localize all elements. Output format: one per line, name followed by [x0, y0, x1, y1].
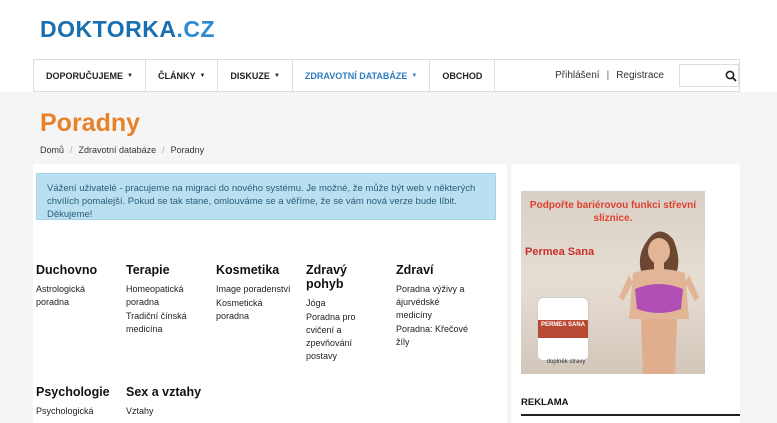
nav-label: OBCHOD [442, 70, 483, 81]
ad-headline: Podpořte bariérovou funkci střevní slizn… [529, 200, 697, 224]
sidebar: Podpořte bariérovou funkci střevní slizn… [511, 164, 740, 423]
caret-down-icon: ▼ [273, 72, 280, 79]
category-psychologie: Psychologie Psychologická [36, 385, 116, 419]
page-title: Poradny [40, 109, 141, 137]
nav-item-diskuze[interactable]: DISKUZE ▼ [218, 60, 293, 91]
logo-main: DOKTORKA [40, 16, 177, 42]
ad-footnote: doplněk stravy [546, 359, 586, 365]
category-title[interactable]: Kosmetika [216, 263, 294, 277]
search-box [679, 64, 739, 87]
category-link[interactable]: Poradna: Křečové žíly [396, 323, 474, 349]
product-jar-image: PERMEA SANA [537, 297, 589, 361]
caret-down-icon: ▼ [127, 72, 133, 79]
category-title[interactable]: Sex a vztahy [126, 385, 216, 399]
site-logo[interactable]: DOKTORKA.CZ [40, 16, 215, 43]
category-zdravi: Zdraví Poradna výživy a ájurvédské medic… [396, 263, 474, 350]
nav-item-clanky[interactable]: ČLÁNKY ▼ [146, 60, 219, 91]
nav-label: DISKUZE [230, 70, 270, 81]
logo-tld: .CZ [176, 16, 216, 42]
category-kosmetika: Kosmetika Image poradenství Kosmetická p… [216, 263, 294, 324]
category-title[interactable]: Zdraví [396, 263, 474, 277]
category-link[interactable]: Homeopatická poradna [126, 283, 204, 309]
advertisement-banner[interactable]: Podpořte bariérovou funkci střevní slizn… [521, 191, 705, 374]
nav-label: ZDRAVOTNÍ DATABÁZE [304, 70, 408, 81]
nav-item-obchod[interactable]: OBCHOD [430, 60, 496, 91]
nav-item-zdravotni-databaze[interactable]: ZDRAVOTNÍ DATABÁZE ▼ [293, 60, 431, 91]
category-link[interactable]: Psychologická [36, 405, 116, 418]
register-link[interactable]: Registrace [616, 70, 664, 81]
caret-down-icon: ▼ [199, 72, 206, 79]
breadcrumb-separator: / [162, 145, 165, 155]
breadcrumb-separator: / [70, 145, 73, 155]
category-title[interactable]: Terapie [126, 263, 204, 277]
caret-down-icon: ▼ [411, 72, 418, 79]
divider [521, 414, 740, 416]
jar-label: PERMEA SANA [540, 322, 586, 328]
category-link[interactable]: Image poradenství [216, 283, 294, 296]
category-zdravy-pohyb: Zdravý pohyb Jóga Poradna pro cvičení a … [306, 263, 380, 364]
migration-notice: Vážení uživatelé - pracujeme na migraci … [36, 173, 496, 220]
nav-account: Přihlášení | Registrace [555, 60, 739, 91]
main-navigation: DOPORUČUJEME ▼ ČLÁNKY ▼ DISKUZE ▼ ZDRAVOTNÍ… [33, 59, 740, 92]
nav-item-doporucujeme[interactable]: DOPORUČUJEME ▼ [34, 60, 146, 91]
category-link[interactable]: Kosmetická poradna [216, 297, 294, 323]
category-duchovno: Duchovno Astrologická poradna [36, 263, 116, 310]
category-sex-a-vztahy: Sex a vztahy Vztahy [126, 385, 216, 419]
main-content: Vážení uživatelé - pracujeme na migraci … [33, 164, 507, 423]
category-title[interactable]: Zdravý pohyb [306, 263, 380, 291]
search-icon[interactable] [724, 68, 738, 84]
category-title[interactable]: Psychologie [36, 385, 116, 399]
category-link[interactable]: Vztahy [126, 405, 216, 418]
breadcrumb: Domů / Zdravotní databáze / Poradny [40, 145, 204, 155]
login-link[interactable]: Přihlášení [555, 70, 599, 81]
breadcrumb-current: Poradny [170, 145, 205, 155]
category-link[interactable]: Poradna pro cvičení a zpevňování postavy [306, 311, 380, 363]
woman-figure-image [619, 231, 699, 374]
category-link[interactable]: Poradna výživy a ájurvédské medicíny [396, 283, 474, 322]
ad-brand: Permea Sana [525, 246, 595, 258]
nav-separator: | [606, 70, 610, 81]
search-input[interactable] [680, 65, 724, 86]
category-link[interactable]: Astrologická poradna [36, 283, 116, 309]
category-terapie: Terapie Homeopatická poradna Tradiční čí… [126, 263, 204, 337]
nav-label: ČLÁNKY [157, 70, 196, 81]
nav-label: DOPORUČUJEME [46, 70, 124, 81]
sidebar-title: REKLAMA [521, 397, 569, 408]
category-title[interactable]: Duchovno [36, 263, 116, 277]
breadcrumb-database[interactable]: Zdravotní databáze [79, 145, 157, 155]
breadcrumb-home[interactable]: Domů [40, 145, 64, 155]
category-link[interactable]: Jóga [306, 297, 380, 310]
category-link[interactable]: Tradiční čínská medicína [126, 310, 204, 336]
